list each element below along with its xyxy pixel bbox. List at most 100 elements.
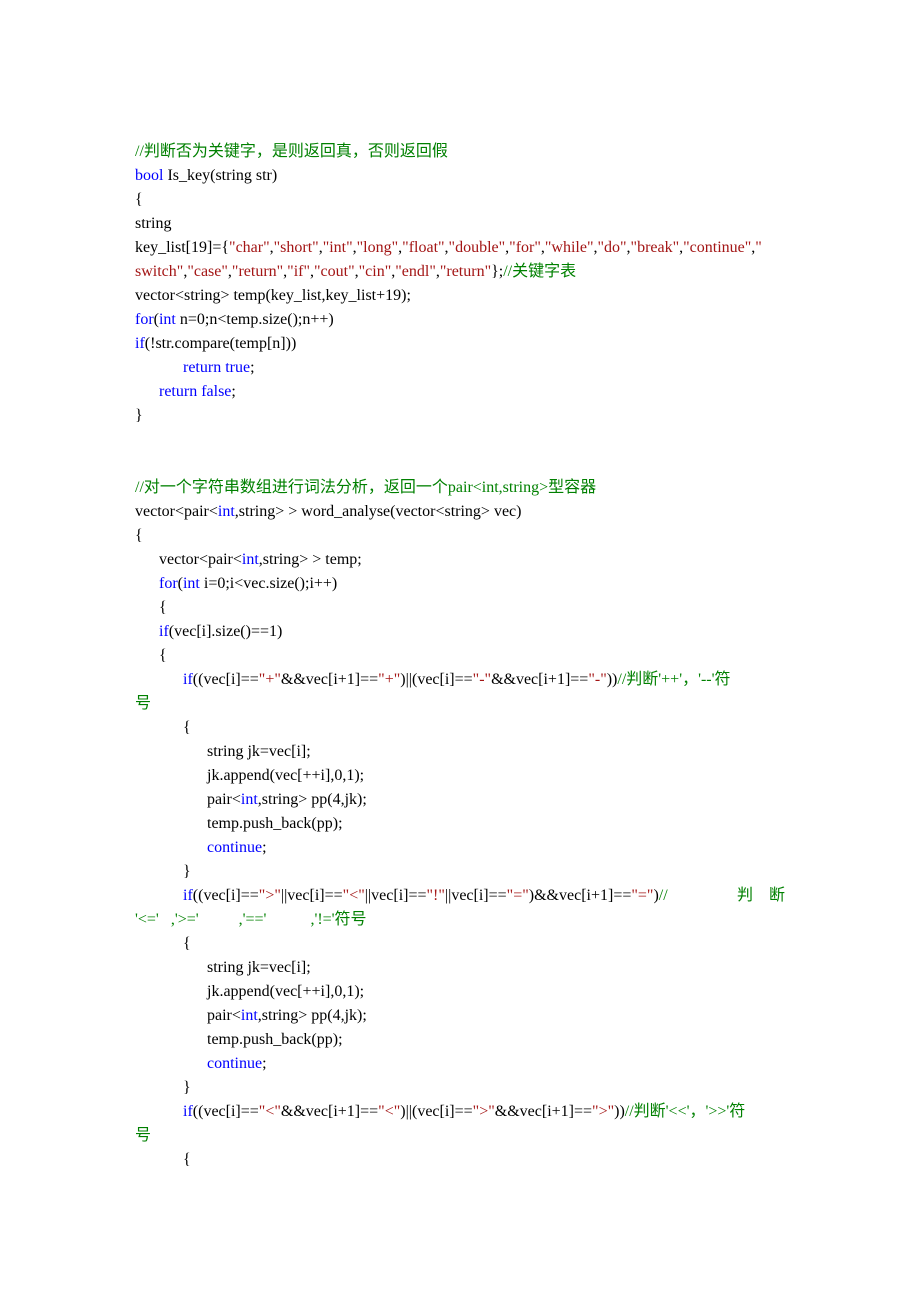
code-line: return true; [135, 356, 785, 380]
code-line: string jk=vec[i]; [135, 956, 785, 980]
code-line: continue; [135, 836, 785, 860]
code-token: (!str.compare(temp[n])) [145, 335, 296, 352]
code-token: int [218, 503, 235, 520]
code-token: continue [207, 839, 262, 856]
code-token: vector<string> temp(key_list,key_list+19… [135, 287, 411, 304]
code-line: //对一个字符串数组进行词法分析，返回一个pair<int,string>型容器 [135, 476, 785, 500]
code-token: string [135, 215, 171, 232]
code-token: { [135, 647, 167, 664]
code-token: return [159, 383, 197, 400]
code-line: { [135, 1148, 785, 1172]
code-line: if((vec[i]=="<"&&vec[i+1]=="<")||(vec[i]… [135, 1100, 785, 1124]
code-line: 号 [135, 1124, 785, 1148]
code-token: ((vec[i]== [193, 887, 259, 904]
code-line: if((vec[i]=="+"&&vec[i+1]=="+")||(vec[i]… [135, 668, 785, 692]
code-token: "<" [378, 1103, 400, 1120]
code-token: &&vec[i+1]== [495, 1103, 592, 1120]
code-line: for(int i=0;i<vec.size();i++) [135, 572, 785, 596]
code-line: bool Is_key(string str) [135, 164, 785, 188]
code-line: { [135, 524, 785, 548]
code-line: vector<pair<int,string> > temp; [135, 548, 785, 572]
code-token: "while" [545, 239, 594, 256]
code-token: ((vec[i]== [193, 1103, 259, 1120]
code-token: int [183, 575, 200, 592]
code-token: &&vec[i+1]== [281, 671, 378, 688]
code-token: "cout" [314, 263, 355, 280]
code-line: if((vec[i]==">"||vec[i]=="<"||vec[i]=="!… [135, 884, 785, 908]
code-token [135, 839, 207, 856]
code-token: "break" [631, 239, 680, 256]
code-token: true [225, 359, 250, 376]
code-token: "+" [378, 671, 400, 688]
code-line: vector<pair<int,string> > word_analyse(v… [135, 500, 785, 524]
code-line: string jk=vec[i]; [135, 740, 785, 764]
code-token: } [135, 407, 143, 424]
code-token: "<" [259, 1103, 281, 1120]
code-token: "double" [449, 239, 506, 256]
code-line: } [135, 404, 785, 428]
code-token: i=0;i<vec.size();i++) [200, 575, 337, 592]
code-token: { [135, 935, 191, 952]
code-line: for(int n=0;n<temp.size();n++) [135, 308, 785, 332]
code-line: temp.push_back(pp); [135, 1028, 785, 1052]
code-token: if [183, 887, 193, 904]
code-token: Is_key(string str) [163, 167, 277, 184]
code-token: { [135, 599, 167, 616]
code-token: "!" [427, 887, 445, 904]
code-token: ">" [592, 1103, 614, 1120]
code-line: { [135, 188, 785, 212]
code-token: n=0;n<temp.size();n++) [176, 311, 334, 328]
code-token: "long" [357, 239, 399, 256]
code-token: "short" [274, 239, 319, 256]
code-token: "continue" [683, 239, 751, 256]
code-token: temp.push_back(pp); [135, 1031, 343, 1048]
code-line: return false; [135, 380, 785, 404]
code-token: 判 [737, 887, 753, 904]
code-token: "float" [402, 239, 444, 256]
code-line: jk.append(vec[++i],0,1); [135, 980, 785, 1004]
code-token: for [135, 311, 154, 328]
code-token: string jk=vec[i]; [135, 743, 311, 760]
code-token: { [135, 1151, 191, 1168]
code-token: "for" [509, 239, 541, 256]
code-line: 号 [135, 692, 785, 716]
code-token: int [159, 311, 176, 328]
code-token: "return" [440, 263, 491, 280]
code-token [135, 359, 183, 376]
code-line: } [135, 1076, 785, 1100]
code-token: int [241, 1007, 258, 1024]
code-token: ; [262, 839, 266, 856]
code-token: { [135, 191, 143, 208]
code-token: )) [614, 1103, 625, 1120]
code-line: } [135, 860, 785, 884]
code-token: // [659, 887, 668, 904]
code-token: )||(vec[i]== [400, 1103, 472, 1120]
code-token: return [183, 359, 221, 376]
code-token: )||(vec[i]== [400, 671, 472, 688]
code-token: }; [491, 263, 503, 280]
code-line: vector<string> temp(key_list,key_list+19… [135, 284, 785, 308]
code-line: //判断否为关键字，是则返回真，否则返回假 [135, 140, 785, 164]
code-token [135, 1055, 207, 1072]
code-token [135, 623, 159, 640]
code-line: string [135, 212, 785, 236]
code-token: string jk=vec[i]; [135, 959, 311, 976]
code-token: int [241, 791, 258, 808]
code-token: 号 [135, 695, 151, 712]
code-token: "return" [232, 263, 283, 280]
code-token: //对一个字符串数组进行词法分析，返回一个pair<int,string>型容器 [135, 479, 596, 496]
code-token: } [135, 1079, 191, 1096]
code-page: //判断否为关键字，是则返回真，否则返回假bool Is_key(string … [0, 0, 920, 1302]
code-token: "-" [473, 671, 491, 688]
code-token: vector<pair< [135, 503, 218, 520]
code-token: if [183, 1103, 193, 1120]
code-token: 断 [753, 887, 785, 904]
code-line: if(!str.compare(temp[n])) [135, 332, 785, 356]
code-token: key_list[19]={ [135, 239, 229, 256]
code-token: "=" [631, 887, 653, 904]
code-token: jk.append(vec[++i],0,1); [135, 767, 364, 784]
code-token: "+" [259, 671, 281, 688]
code-token: int [242, 551, 259, 568]
code-line: pair<int,string> pp(4,jk); [135, 1004, 785, 1028]
code-token: vector<pair< [135, 551, 242, 568]
